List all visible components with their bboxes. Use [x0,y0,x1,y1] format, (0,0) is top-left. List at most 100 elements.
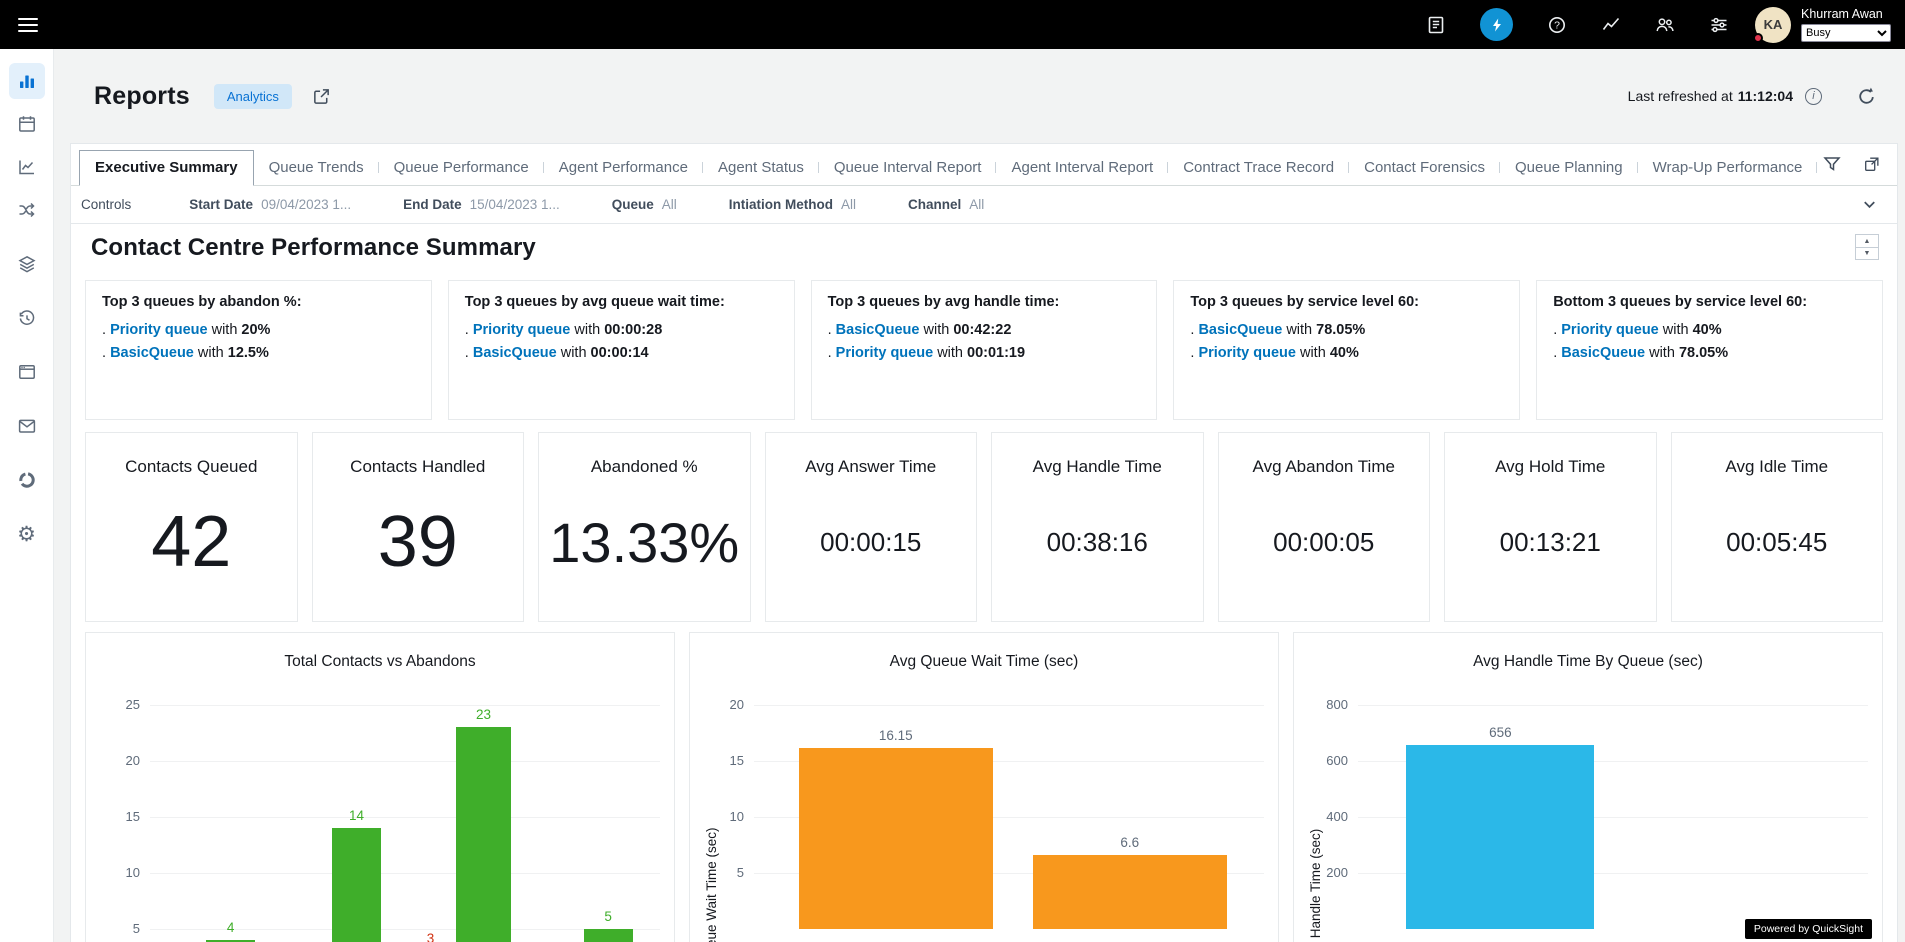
metrics-icon[interactable] [1601,15,1621,35]
queue-link[interactable]: BasicQueue [1561,345,1645,361]
tab-agent-performance[interactable]: Agent Performance [544,151,703,185]
gridline [1358,705,1868,706]
sidebar: ⚙ [0,49,54,942]
tab-agent-interval-report[interactable]: Agent Interval Report [996,151,1168,185]
avatar[interactable]: KA [1755,7,1791,43]
queue-link[interactable]: Priority queue [473,322,571,338]
chart-bar[interactable] [584,929,633,942]
help-icon[interactable]: ? [1547,15,1567,35]
queue-link[interactable]: Priority queue [1198,345,1296,361]
kpi-value: 00:05:45 [1726,527,1827,558]
page-header: Reports Analytics Last refreshed at 11:1… [54,49,1905,143]
user-name: Khurram Awan [1801,7,1891,21]
tab-contact-forensics[interactable]: Contact Forensics [1349,151,1500,185]
filter-initiation-method[interactable]: Intiation Method All [729,197,856,212]
sheet-stepper: ▲ ▼ [1855,234,1879,260]
queue-link[interactable]: BasicQueue [1198,322,1282,338]
sidebar-item-dashboards[interactable] [9,462,45,498]
tab-queue-performance[interactable]: Queue Performance [379,151,544,185]
kpi-avg-abandon-time: Avg Abandon Time 00:00:05 [1218,432,1431,622]
filter-icon[interactable] [1823,155,1841,173]
tab-queue-interval-report[interactable]: Queue Interval Report [819,151,997,185]
insight-item: . Priority queue with 00:01:19 [828,342,1141,365]
lightning-icon [1489,17,1505,33]
y-tick-label: 15 [690,753,744,768]
kpi-avg-hold-time: Avg Hold Time 00:13:21 [1444,432,1657,622]
gridline [754,705,1264,706]
gear-icon: ⚙ [17,524,36,545]
chart-bar[interactable] [799,748,993,929]
tab-agent-status[interactable]: Agent Status [703,151,819,185]
tab-queue-trends[interactable]: Queue Trends [254,151,379,185]
filter-queue[interactable]: Queue All [612,197,677,212]
menu-icon[interactable] [18,14,38,36]
external-link-icon[interactable] [312,87,331,106]
queue-link[interactable]: BasicQueue [836,322,920,338]
chart-avg-queue-wait-time: 16.156.6 Avg Queue Wait Time (sec) Queue… [689,632,1279,942]
sliders-icon[interactable] [1709,15,1729,35]
y-tick-label: 600 [1294,753,1348,768]
notes-icon[interactable] [1426,15,1446,35]
last-refreshed-label: Last refreshed at [1628,88,1733,104]
y-tick-label: 20 [690,697,744,712]
kpi-value: 42 [151,501,231,583]
email-icon [17,416,37,436]
kpi-value: 00:13:21 [1500,527,1601,558]
kpi-value: 13.33% [549,510,739,575]
busy-status-dot [1753,33,1763,43]
filter-start-date[interactable]: Start Date 09/04/2023 1... [189,197,351,212]
tab-contract-trace-record[interactable]: Contract Trace Record [1168,151,1349,185]
info-icon[interactable]: i [1805,88,1822,105]
sidebar-item-email[interactable] [9,408,45,444]
report-tabs: Executive Summary Queue Trends Queue Per… [71,144,1897,186]
queue-link[interactable]: Priority queue [110,322,208,338]
queue-link[interactable]: Priority queue [1561,322,1659,338]
topbar: ? KA Khurram Awan Busy [0,0,1905,49]
y-tick-label: 5 [690,865,744,880]
donut-chart-icon [17,470,37,490]
kpi-avg-answer-time: Avg Answer Time 00:00:15 [765,432,978,622]
chart-bar[interactable] [1406,745,1594,929]
sidebar-item-analytics[interactable] [9,149,45,185]
bar-value-label: 23 [443,707,523,722]
sidebar-item-routing[interactable] [9,192,45,228]
stepper-down-icon[interactable]: ▼ [1856,247,1878,259]
chart-bar[interactable] [456,727,511,942]
chevron-down-icon[interactable] [1860,195,1879,214]
sidebar-item-settings[interactable]: ⚙ [9,516,45,552]
chart-bar[interactable] [332,828,381,942]
tab-executive-summary[interactable]: Executive Summary [79,150,254,186]
stepper-up-icon[interactable]: ▲ [1856,235,1878,247]
tab-wrap-up-performance[interactable]: Wrap-Up Performance [1638,151,1818,185]
sidebar-item-reports[interactable] [9,63,45,99]
kpi-abandoned-pct: Abandoned % 13.33% [538,432,751,622]
queue-link[interactable]: BasicQueue [473,345,557,361]
sidebar-item-layers[interactable] [9,246,45,282]
insight-cards: Top 3 queues by abandon %: . Priority qu… [85,280,1883,420]
sidebar-item-window[interactable] [9,354,45,390]
insight-item: . Priority queue with 40% [1190,342,1503,365]
sidebar-item-calendar[interactable] [9,106,45,142]
bar-value-label: 656 [1460,725,1540,740]
insight-card-service-level-top: Top 3 queues by service level 60: . Basi… [1173,280,1520,420]
queue-link[interactable]: Priority queue [836,345,934,361]
sidebar-item-history[interactable] [9,300,45,336]
agents-icon[interactable] [1655,15,1675,35]
chart-avg-handle-time-by-queue: 656 Avg Handle Time By Queue (sec) Avg H… [1293,632,1883,942]
chart-title: Total Contacts vs Abandons [86,653,674,671]
chart-bar[interactable] [1033,855,1227,929]
status-select[interactable]: Busy [1801,24,1891,42]
refresh-button[interactable] [1856,86,1877,107]
tab-queue-planning[interactable]: Queue Planning [1500,151,1638,185]
section-title: Contact Centre Performance Summary [91,234,536,262]
main-area: Reports Analytics Last refreshed at 11:1… [54,49,1905,942]
filter-end-date[interactable]: End Date 15/04/2023 1... [403,197,560,212]
expand-icon[interactable] [1863,155,1881,173]
gridline [150,761,660,762]
queue-link[interactable]: BasicQueue [110,345,194,361]
bar-value-label: 4 [191,920,271,935]
filter-channel[interactable]: Channel All [908,197,984,212]
dashboard-panel: Executive Summary Queue Trends Queue Per… [70,143,1898,942]
flash-button[interactable] [1480,8,1513,41]
plot-area: 4143235 [86,633,674,942]
